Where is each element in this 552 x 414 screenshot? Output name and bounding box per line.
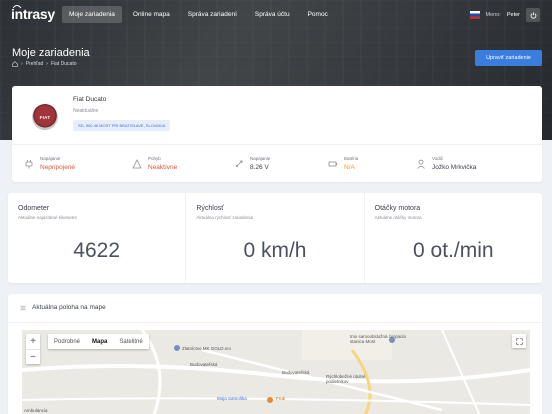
vehicle-card: FIAT Fiat Ducato Neaktuálne SD, 900 46 M… — [12, 86, 542, 182]
logo-signal-icon — [12, 5, 22, 9]
breadcrumb-sep-2: › — [46, 61, 48, 67]
stat-value: Jožko Mrkvička — [432, 164, 477, 171]
metric-speed: Rýchlosť Aktuálna rýchlosť zariadenia 0 … — [186, 193, 365, 283]
map-view[interactable]: + − Podrobné Mapa Satelitné Zlatníctvo M… — [22, 330, 530, 414]
stat-label: Napájanie — [250, 156, 271, 161]
nav-device-management[interactable]: Správa zariadení — [181, 6, 244, 23]
stat-label: Napájanie — [40, 156, 61, 161]
metric-title: Otáčky motora — [374, 205, 421, 212]
map-header-title: Aktuálna poloha na mape — [32, 304, 106, 311]
map-type-map[interactable]: Mapa — [86, 334, 113, 349]
stat-label: Pohyb — [148, 156, 161, 161]
voltage-icon — [235, 160, 243, 168]
card-divider — [12, 144, 542, 145]
edit-device-button[interactable]: Upraviť zariadenie — [475, 50, 542, 66]
map-label: tmx samoobslužná čerpacia stanica Most — [350, 334, 406, 344]
home-icon[interactable] — [12, 61, 18, 67]
metric-value: 0 km/h — [243, 239, 307, 262]
brand-logo-text: FIAT — [39, 114, 51, 120]
list-icon — [20, 305, 26, 310]
map-label: Zlatníctvo MK GOLD.sro — [182, 346, 232, 351]
logout-button[interactable] — [526, 8, 540, 22]
map-label: Rýchlobežné útulné podielnikov — [326, 374, 366, 384]
stat-label: Batéria — [344, 156, 359, 161]
breadcrumb: › Prehľad › Fiat Ducato — [12, 61, 77, 67]
metrics-panel: Odometer Aktuálne najazdené kilometre 46… — [8, 193, 542, 283]
breadcrumb-overview[interactable]: Prehľad — [26, 61, 44, 67]
vehicle-state: Neaktuálne — [73, 108, 99, 114]
zoom-in-button[interactable]: + — [26, 334, 40, 349]
metric-subtitle: Aktuálne najazdené kilometre — [18, 215, 78, 220]
nav-my-devices[interactable]: Moje zariadenia — [62, 6, 122, 23]
fullscreen-icon — [515, 337, 523, 345]
main-nav: Moje zariadenia Online mapa Správa zaria… — [62, 6, 335, 23]
nav-help[interactable]: Pomoc — [301, 6, 335, 23]
metric-subtitle: Aktuálne otáčky motora — [374, 215, 422, 220]
stat-value: 8.26 V — [250, 164, 269, 171]
stat-value: N/A — [344, 164, 355, 171]
metric-rpm: Otáčky motora Aktuálne otáčky motora 0 o… — [365, 193, 542, 283]
map-type-detailed[interactable]: Podrobné — [48, 334, 86, 349]
metric-title: Rýchlosť — [196, 205, 224, 212]
app-logo[interactable]: intrasy — [11, 5, 55, 22]
metric-odometer: Odometer Aktuálne najazdené kilometre 46… — [8, 193, 187, 283]
map-type-satellite[interactable]: Satelitné — [113, 334, 148, 349]
map-label: Budovateľská — [190, 362, 218, 367]
zoom-out-button[interactable]: − — [26, 349, 40, 364]
map-header: Aktuálna poloha na mape — [20, 304, 106, 311]
zoom-control: + − — [26, 334, 40, 364]
map-divider — [8, 322, 542, 323]
fullscreen-button[interactable] — [512, 334, 526, 348]
user-name[interactable]: Peter — [507, 12, 520, 18]
power-icon — [530, 11, 536, 19]
vehicle-name: Fiat Ducato — [73, 96, 107, 103]
plug-icon — [25, 160, 33, 169]
triangle-icon — [132, 159, 142, 169]
address-badge: SD, 900 46 MOST PRI BRATISLAVE, SLOVAKIA — [73, 120, 171, 131]
fiat-logo-icon: FIAT — [32, 104, 58, 130]
nav-online-map[interactable]: Online mapa — [126, 6, 177, 23]
stat-label: Vodič — [432, 156, 444, 161]
user-area: Meno: Peter — [469, 8, 540, 22]
stat-value: Neaktívne — [148, 164, 178, 171]
page-title: Moje zariadenia — [12, 47, 90, 59]
metric-title: Odometer — [18, 205, 50, 212]
map-label: Fruk — [276, 396, 285, 401]
metric-subtitle: Aktuálna rýchlosť zariadenia — [196, 215, 254, 220]
nav-account-management[interactable]: Správa účtu — [248, 6, 297, 23]
user-prefix: Meno: — [485, 12, 501, 18]
stat-value: Nepripojené — [40, 164, 76, 171]
metric-value: 0 ot./min — [413, 239, 494, 262]
map-label: Budovateľská — [282, 370, 310, 375]
breadcrumb-sep-1: › — [21, 61, 23, 67]
language-flag-icon[interactable] — [469, 11, 480, 19]
map-label: Ambulancia — [24, 408, 48, 413]
map-type-switcher: Podrobné Mapa Satelitné — [48, 334, 149, 349]
map-card: Aktuálna poloha na mape + − Podrobné Map… — [8, 294, 542, 414]
person-icon — [417, 159, 425, 169]
battery-icon — [328, 161, 338, 167]
vehicle-stats: Napájanie Nepripojené Pohyb Neaktívne Na… — [12, 156, 542, 176]
map-label: Moja Samoška — [217, 396, 247, 401]
top-navbar: intrasy Moje zariadenia Online mapa Sprá… — [0, 0, 552, 32]
metric-value: 4622 — [73, 239, 121, 262]
breadcrumb-current: Fiat Ducato — [50, 61, 77, 67]
